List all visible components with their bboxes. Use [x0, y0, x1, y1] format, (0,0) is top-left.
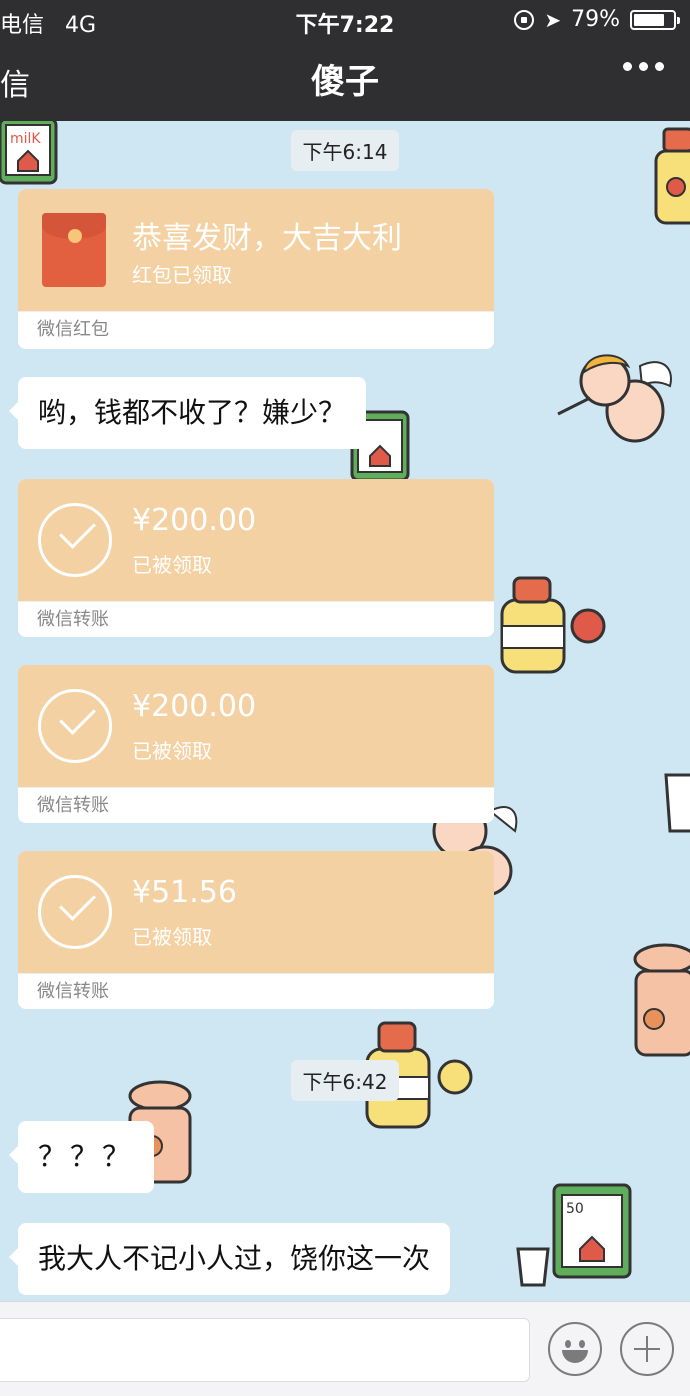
battery-icon [630, 9, 680, 30]
navigation-bar: 信 傻子 [0, 40, 690, 121]
cupid-icon [557, 354, 672, 443]
transfer-footer: 微信转账 [18, 973, 494, 1009]
emoji-mouth-icon [562, 1350, 588, 1363]
message-bubble[interactable]: 哟，钱都不收了？嫌少？ [8, 377, 367, 449]
location-arrow-icon: ➤ [544, 7, 562, 32]
transfer-amount: ¥200.00 [132, 689, 257, 724]
message-input[interactable] [0, 1318, 530, 1382]
chat-area[interactable]: milK 50 下午6:14 恭喜发财，大吉大利 红包已领取 微信红包 哟，钱都… [0, 121, 690, 1301]
transfer-footer: 微信转账 [18, 787, 494, 823]
timestamp: 下午6:14 [0, 130, 690, 171]
input-bar [0, 1301, 690, 1396]
transfer-status: 已被领取 [132, 925, 212, 949]
emoji-eye-icon [579, 1340, 585, 1348]
check-circle-icon [38, 689, 112, 763]
red-envelope-icon [42, 213, 106, 287]
red-packet-title: 恭喜发财，大吉大利 [132, 221, 402, 256]
transfer-footer: 微信转账 [18, 601, 494, 637]
chat-title: 傻子 [311, 62, 379, 102]
transfer-status: 已被领取 [132, 553, 212, 577]
status-bar: 电信 4G 下午7:22 ➤ 79% [0, 0, 690, 40]
battery-percent: 79% [571, 7, 620, 32]
emoji-button[interactable] [548, 1322, 602, 1376]
more-options-icon[interactable] [623, 62, 664, 71]
check-circle-icon [38, 503, 112, 577]
top-bar: 电信 4G 下午7:22 ➤ 79% 信 傻子 [0, 0, 690, 121]
carton-label: 50 [566, 1201, 584, 1217]
transfer-status: 已被领取 [132, 739, 212, 763]
cup-icon [664, 773, 690, 833]
red-packet-card[interactable]: 恭喜发财，大吉大利 红包已领取 微信红包 [18, 189, 494, 349]
transfer-card[interactable]: ¥200.00 已被领取 微信转账 [18, 479, 494, 637]
add-more-button[interactable] [620, 1322, 674, 1376]
red-packet-footer: 微信红包 [18, 311, 494, 348]
rotation-lock-icon [514, 9, 535, 30]
timestamp: 下午6:42 [0, 1060, 690, 1101]
transfer-card[interactable]: ¥200.00 已被领取 微信转账 [18, 665, 494, 823]
emoji-eye-icon [565, 1340, 571, 1348]
transfer-card[interactable]: ¥51.56 已被领取 微信转账 [18, 851, 494, 1009]
check-circle-icon [38, 875, 112, 949]
juice-bottle-icon-2 [500, 576, 606, 674]
message-bubble[interactable]: 我大人不记小人过，饶你这一次 [8, 1223, 451, 1295]
red-packet-status: 红包已领取 [132, 263, 232, 287]
transfer-amount: ¥200.00 [132, 503, 257, 538]
message-bubble[interactable]: ？？？ [8, 1121, 155, 1193]
milk-carton-icon-3: 50 [516, 1183, 632, 1287]
cookie-jar-icon [633, 943, 690, 1057]
transfer-amount: ¥51.56 [132, 875, 237, 910]
